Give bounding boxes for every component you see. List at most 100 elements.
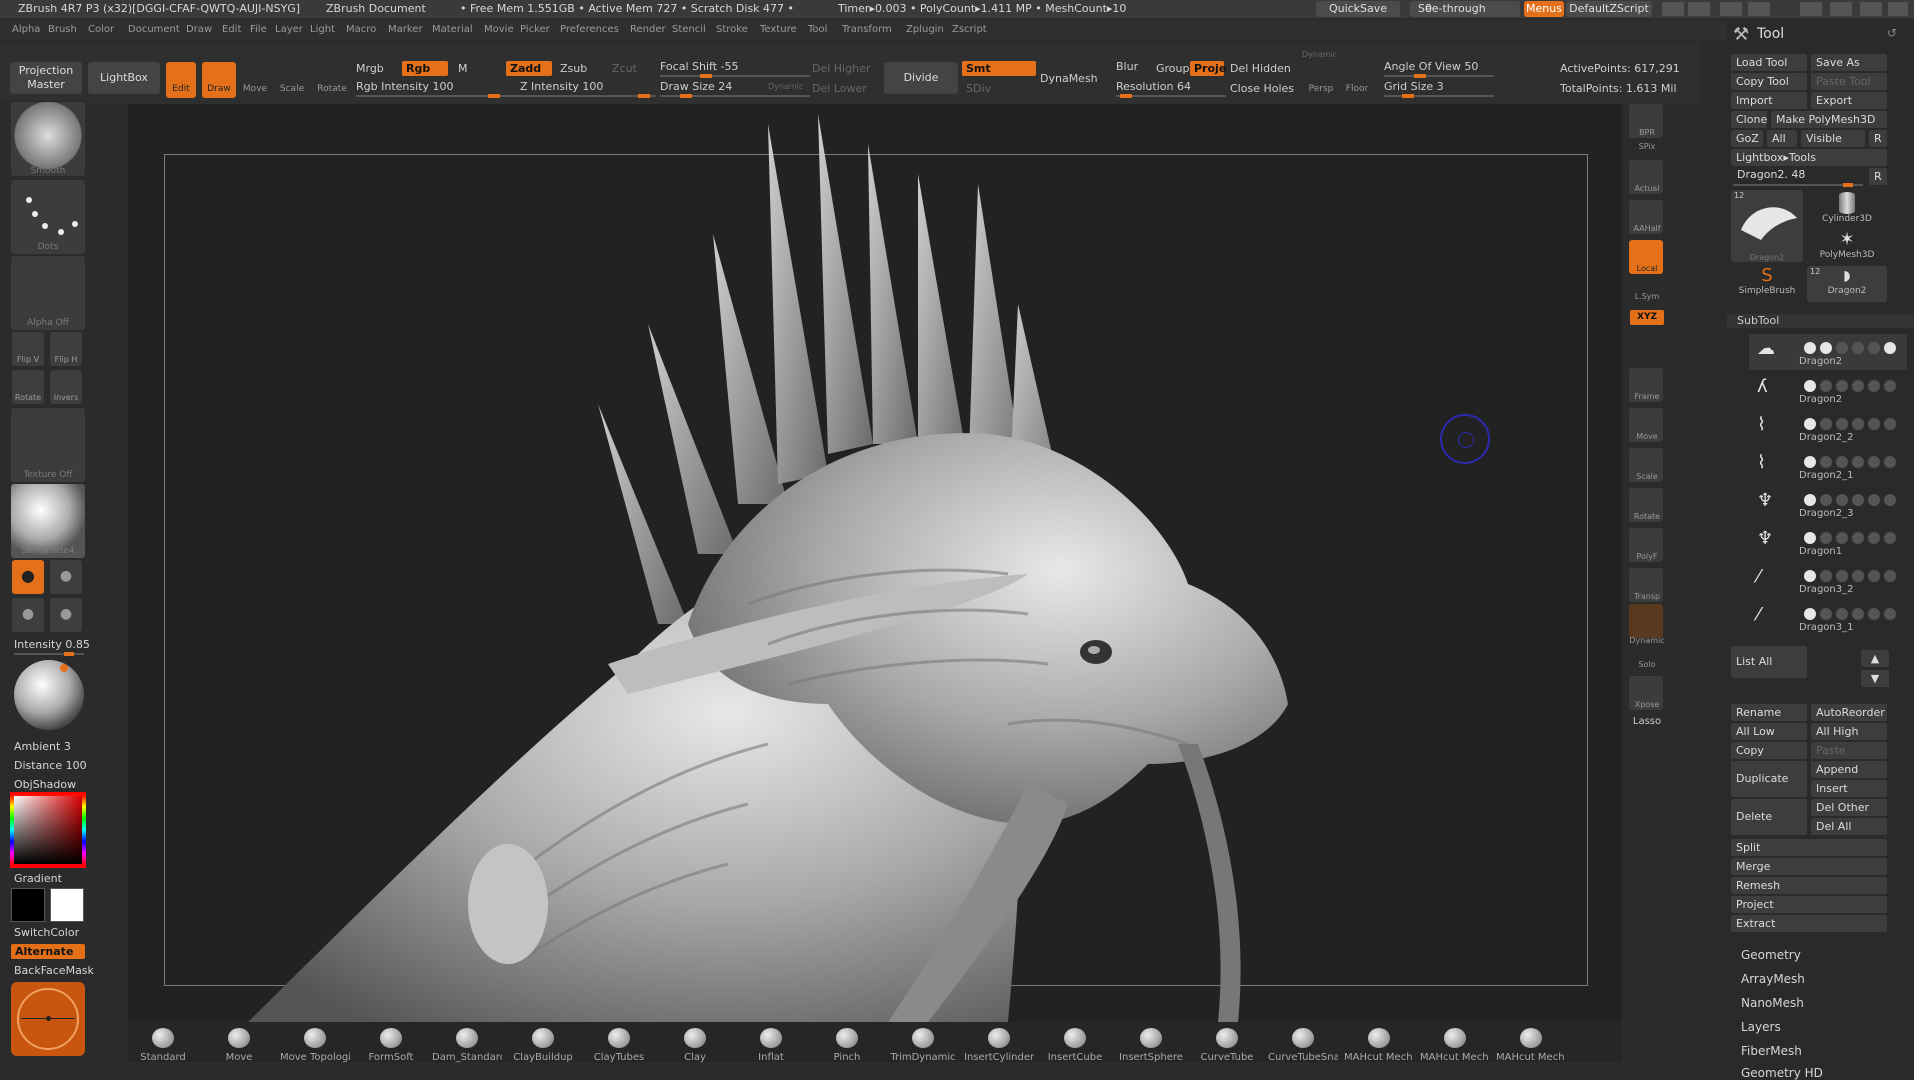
menu-brush[interactable]: Brush [48, 20, 77, 40]
tool-thumb-dragon2-small[interactable]: 12 ◗ Dragon2 [1807, 266, 1887, 302]
copy-tool-button[interactable]: Copy Tool [1731, 73, 1807, 90]
subtool-row-dragon3-1[interactable]: ⁄ Dragon3_1 [1749, 600, 1907, 636]
brush-insertcylinder[interactable]: InsertCylinder [964, 1028, 1034, 1063]
menu-layer[interactable]: Layer [275, 20, 303, 40]
solo-button[interactable]: Solo [1622, 660, 1672, 669]
lasso-button[interactable]: Lasso [1622, 716, 1672, 727]
paste-subtool-button[interactable]: Paste [1811, 742, 1887, 759]
light-bulb-3-icon[interactable]: ● [12, 598, 44, 632]
maximize-icon[interactable] [1860, 2, 1882, 16]
gradient-toggle[interactable]: Gradient [14, 872, 62, 885]
menu-file[interactable]: File [250, 20, 267, 40]
palette-refresh-icon[interactable]: ↺ [1887, 26, 1897, 40]
remesh-button[interactable]: Remesh [1731, 877, 1887, 894]
ghost-button[interactable] [1629, 604, 1663, 638]
angle-of-view-slider[interactable]: Angle Of View 50 [1384, 60, 1478, 73]
focal-shift-track[interactable] [660, 74, 810, 78]
duplicate-button[interactable]: Duplicate [1731, 761, 1807, 797]
objshadow-button[interactable]: ObjShadow [14, 778, 76, 791]
xyz-button[interactable]: XYZ [1630, 310, 1664, 325]
brush-thumbnail[interactable] [11, 102, 85, 176]
goz-all-button[interactable]: All [1767, 130, 1797, 147]
see-through-slider[interactable]: See-through 0 [1410, 1, 1520, 17]
paste-tool-button[interactable]: Paste Tool [1811, 73, 1887, 90]
brush-mahcut-mech-b[interactable]: MAHcut Mech B [1420, 1028, 1490, 1063]
layers-section[interactable]: Layers [1741, 1020, 1781, 1034]
brush-claytubes[interactable]: ClayTubes [584, 1028, 654, 1063]
menu-stroke[interactable]: Stroke [716, 20, 748, 40]
canvas-viewport[interactable] [128, 104, 1622, 1022]
menu-light[interactable]: Light [310, 20, 335, 40]
fibermesh-section[interactable]: FiberMesh [1741, 1044, 1802, 1058]
rotate-alpha-button[interactable]: Rotate [12, 370, 44, 404]
flip-h-button[interactable]: Flip H [50, 332, 82, 366]
menu-movie[interactable]: Movie [484, 20, 514, 40]
distance-slider[interactable]: Distance 100 [14, 759, 87, 772]
menu-render[interactable]: Render [630, 20, 666, 40]
invert-alpha-button[interactable]: Invers [50, 370, 82, 404]
subtool-row-dragon1[interactable]: ♆ Dragon1 [1749, 524, 1907, 560]
subtool-row-dragon2-3[interactable]: ♆ Dragon2_3 [1749, 486, 1907, 522]
rgb-intensity-track[interactable] [356, 94, 506, 98]
split-button[interactable]: Split [1731, 839, 1887, 856]
mrgb-button[interactable]: Mrgb [356, 62, 384, 75]
menu-stencil[interactable]: Stencil [672, 20, 706, 40]
move-subtool-down-icon[interactable]: ▼ [1861, 670, 1889, 687]
projection-master-button[interactable]: Projection Master [10, 62, 82, 94]
divide-button[interactable]: Divide [884, 62, 958, 94]
smt-toggle[interactable]: Smt [962, 61, 1036, 76]
tool-thumb-polymesh3d[interactable]: ✶ PolyMesh3D [1807, 230, 1887, 266]
zadd-button[interactable]: Zadd [506, 61, 552, 76]
dynamic-toggle[interactable]: Dynamic [768, 82, 803, 91]
brush-insertsphere[interactable]: InsertSphere [1116, 1028, 1186, 1063]
del-higher-button[interactable]: Del Higher [812, 62, 870, 75]
clone-button[interactable]: Clone [1731, 111, 1767, 128]
tool-thumb-dragon2[interactable]: 12 Dragon2 [1731, 190, 1803, 262]
subtool-header[interactable]: SubTool [1727, 314, 1914, 328]
import-button[interactable]: Import [1731, 92, 1807, 109]
brush-formsoft[interactable]: FormSoft [356, 1028, 426, 1063]
edit-button[interactable]: Edit [166, 62, 196, 98]
zcut-button[interactable]: Zcut [612, 62, 637, 75]
blur-slider[interactable]: Blur [1116, 60, 1138, 73]
lightbox-button[interactable]: LightBox [88, 62, 160, 94]
load-tool-button[interactable]: Load Tool [1731, 54, 1807, 71]
brush-trimdynamic[interactable]: TrimDynamic [888, 1028, 958, 1063]
brush-clay[interactable]: Clay [660, 1028, 730, 1063]
switchcolor-button[interactable]: SwitchColor [14, 926, 79, 939]
grid-size-track[interactable] [1384, 94, 1494, 98]
geometry-section[interactable]: Geometry [1741, 948, 1801, 962]
layout-next-icon[interactable] [1688, 2, 1710, 16]
close-icon[interactable] [1888, 2, 1908, 16]
menu-tool[interactable]: Tool [808, 20, 827, 40]
resolution-track[interactable] [1116, 94, 1226, 98]
goz-button[interactable]: GoZ [1731, 130, 1763, 147]
grid-size-slider[interactable]: Grid Size 3 [1384, 80, 1444, 93]
z-intensity-track[interactable] [506, 94, 656, 98]
rgb-button[interactable]: Rgb [402, 61, 448, 76]
focal-shift-slider[interactable]: Focal Shift -55 [660, 60, 738, 73]
insert-button[interactable]: Insert [1811, 780, 1887, 797]
restore-icon[interactable] [1830, 2, 1852, 16]
subtool-row-dragon2-2[interactable]: ⌇ Dragon2_2 [1749, 410, 1907, 446]
light-placement-sphere[interactable] [14, 660, 84, 730]
light-position-marker[interactable] [60, 664, 68, 672]
current-tool-r-button[interactable]: R [1869, 168, 1887, 185]
arraymesh-section[interactable]: ArrayMesh [1741, 972, 1805, 986]
rotate-button[interactable]: Rotate [314, 62, 350, 98]
menu-texture[interactable]: Texture [760, 20, 797, 40]
menu-marker[interactable]: Marker [388, 20, 423, 40]
menu-picker[interactable]: Picker [520, 20, 550, 40]
alternate-button[interactable]: Alternate [11, 944, 85, 959]
ui-toggle-icon[interactable] [1748, 2, 1770, 16]
geometry-hd-section[interactable]: Geometry HD [1741, 1066, 1823, 1080]
brush-dam-standard[interactable]: Dam_Standard [432, 1028, 502, 1063]
group-toggle[interactable]: Group [1156, 62, 1190, 75]
minimize-icon[interactable] [1800, 2, 1822, 16]
project-toggle[interactable]: Proje [1190, 61, 1226, 76]
autoreorder-button[interactable]: AutoReorder [1811, 704, 1887, 721]
all-high-button[interactable]: All High [1811, 723, 1887, 740]
goz-r-button[interactable]: R [1869, 130, 1887, 147]
list-all-button[interactable]: List All [1731, 646, 1807, 678]
menu-material[interactable]: Material [432, 20, 473, 40]
